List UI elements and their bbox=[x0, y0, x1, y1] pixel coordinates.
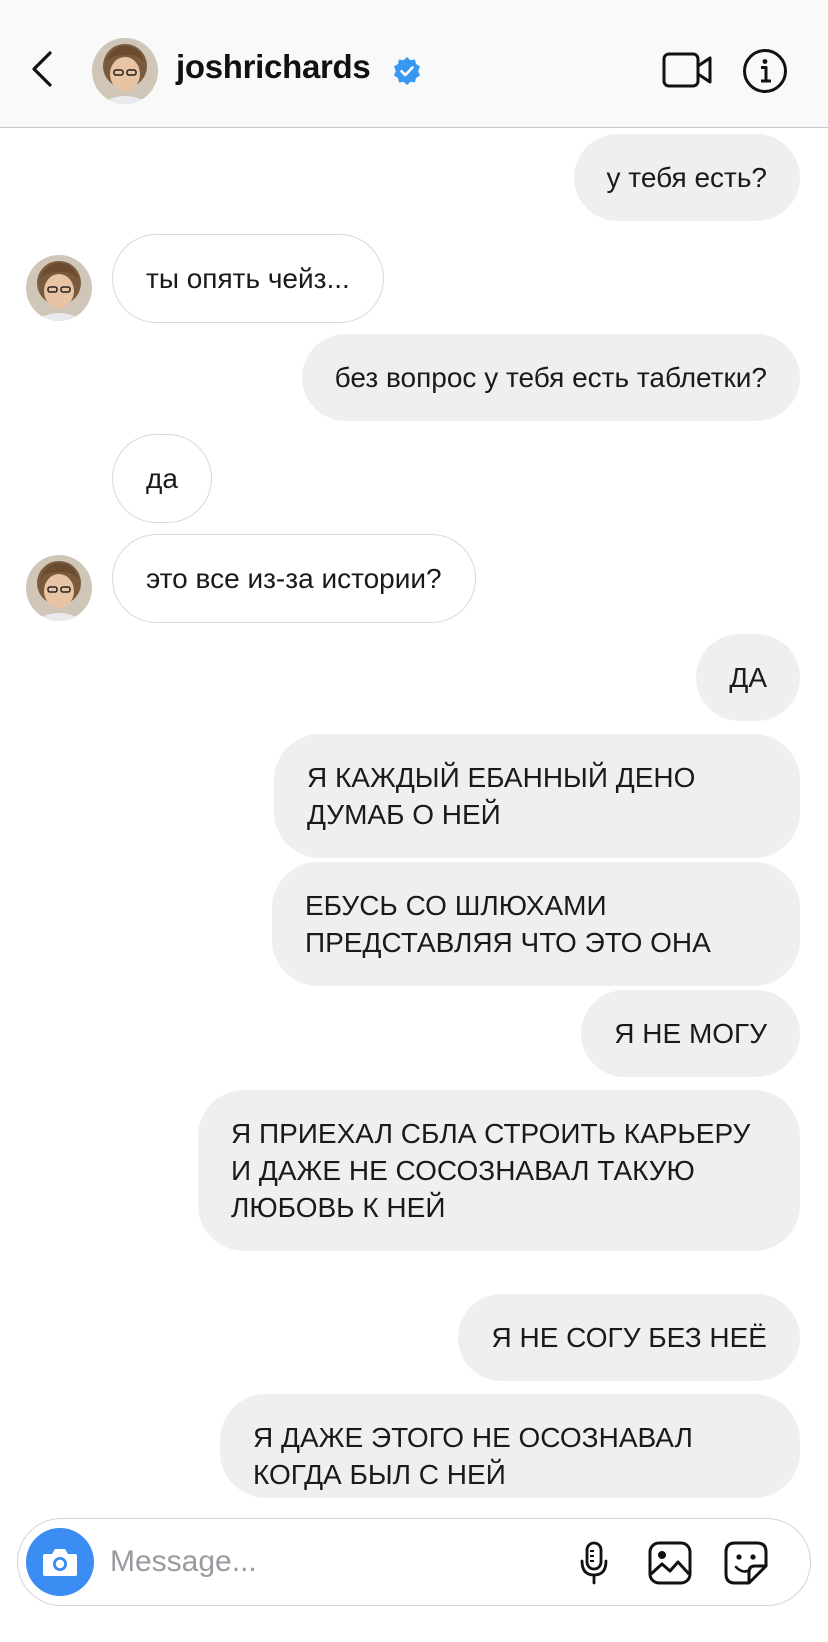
message-composer bbox=[17, 1518, 811, 1606]
message-outgoing[interactable]: Я ПРИЕХАЛ СБЛА СТРОИТЬ КАРЬЕРУ И ДАЖЕ НЕ… bbox=[198, 1090, 800, 1251]
microphone-button[interactable] bbox=[570, 1539, 618, 1587]
chat-header: joshrichards bbox=[0, 0, 828, 128]
info-button[interactable] bbox=[742, 48, 788, 94]
message-outgoing[interactable]: Я КАЖДЫЙ ЕБАННЫЙ ДЕНО ДУМАБ О НЕЙ bbox=[274, 734, 800, 858]
gallery-button[interactable] bbox=[646, 1539, 694, 1587]
message-outgoing[interactable]: Я НЕ МОГУ bbox=[581, 990, 800, 1077]
message-input[interactable] bbox=[110, 1539, 550, 1585]
video-call-button[interactable] bbox=[662, 50, 714, 90]
message-outgoing[interactable]: ЕБУСЬ СО ШЛЮХАМИ ПРЕДСТАВЛЯЯ ЧТО ЭТО ОНА bbox=[272, 862, 800, 986]
message-incoming[interactable]: да bbox=[112, 434, 212, 523]
message-incoming[interactable]: ты опять чейз... bbox=[112, 234, 384, 323]
message-outgoing[interactable]: Я НЕ СОГУ БЕЗ НЕЁ bbox=[458, 1294, 800, 1381]
message-incoming[interactable]: это все из-за истории? bbox=[112, 534, 476, 623]
message-avatar[interactable] bbox=[26, 255, 92, 321]
camera-icon bbox=[43, 1549, 77, 1576]
info-icon bbox=[743, 49, 787, 93]
image-icon bbox=[648, 1541, 692, 1585]
message-outgoing[interactable]: Я ДАЖЕ ЭТОГО НЕ ОСОЗНАВАЛ КОГДА БЫЛ С НЕ… bbox=[220, 1394, 800, 1498]
sticker-icon bbox=[724, 1541, 768, 1585]
microphone-icon bbox=[580, 1541, 608, 1585]
back-button[interactable] bbox=[22, 44, 62, 94]
sticker-button[interactable] bbox=[722, 1539, 770, 1587]
message-outgoing[interactable]: у тебя есть? bbox=[573, 134, 800, 221]
header-username[interactable]: joshrichards bbox=[176, 48, 371, 86]
video-camera-icon bbox=[662, 52, 712, 88]
message-avatar[interactable] bbox=[26, 555, 92, 621]
chevron-left-icon bbox=[32, 51, 52, 87]
camera-button[interactable] bbox=[26, 1528, 94, 1596]
message-outgoing[interactable]: без вопрос у тебя есть таблетки? bbox=[301, 334, 800, 421]
message-outgoing[interactable]: ДА bbox=[696, 634, 800, 721]
header-avatar[interactable] bbox=[92, 38, 158, 104]
verified-badge-icon bbox=[394, 57, 420, 85]
